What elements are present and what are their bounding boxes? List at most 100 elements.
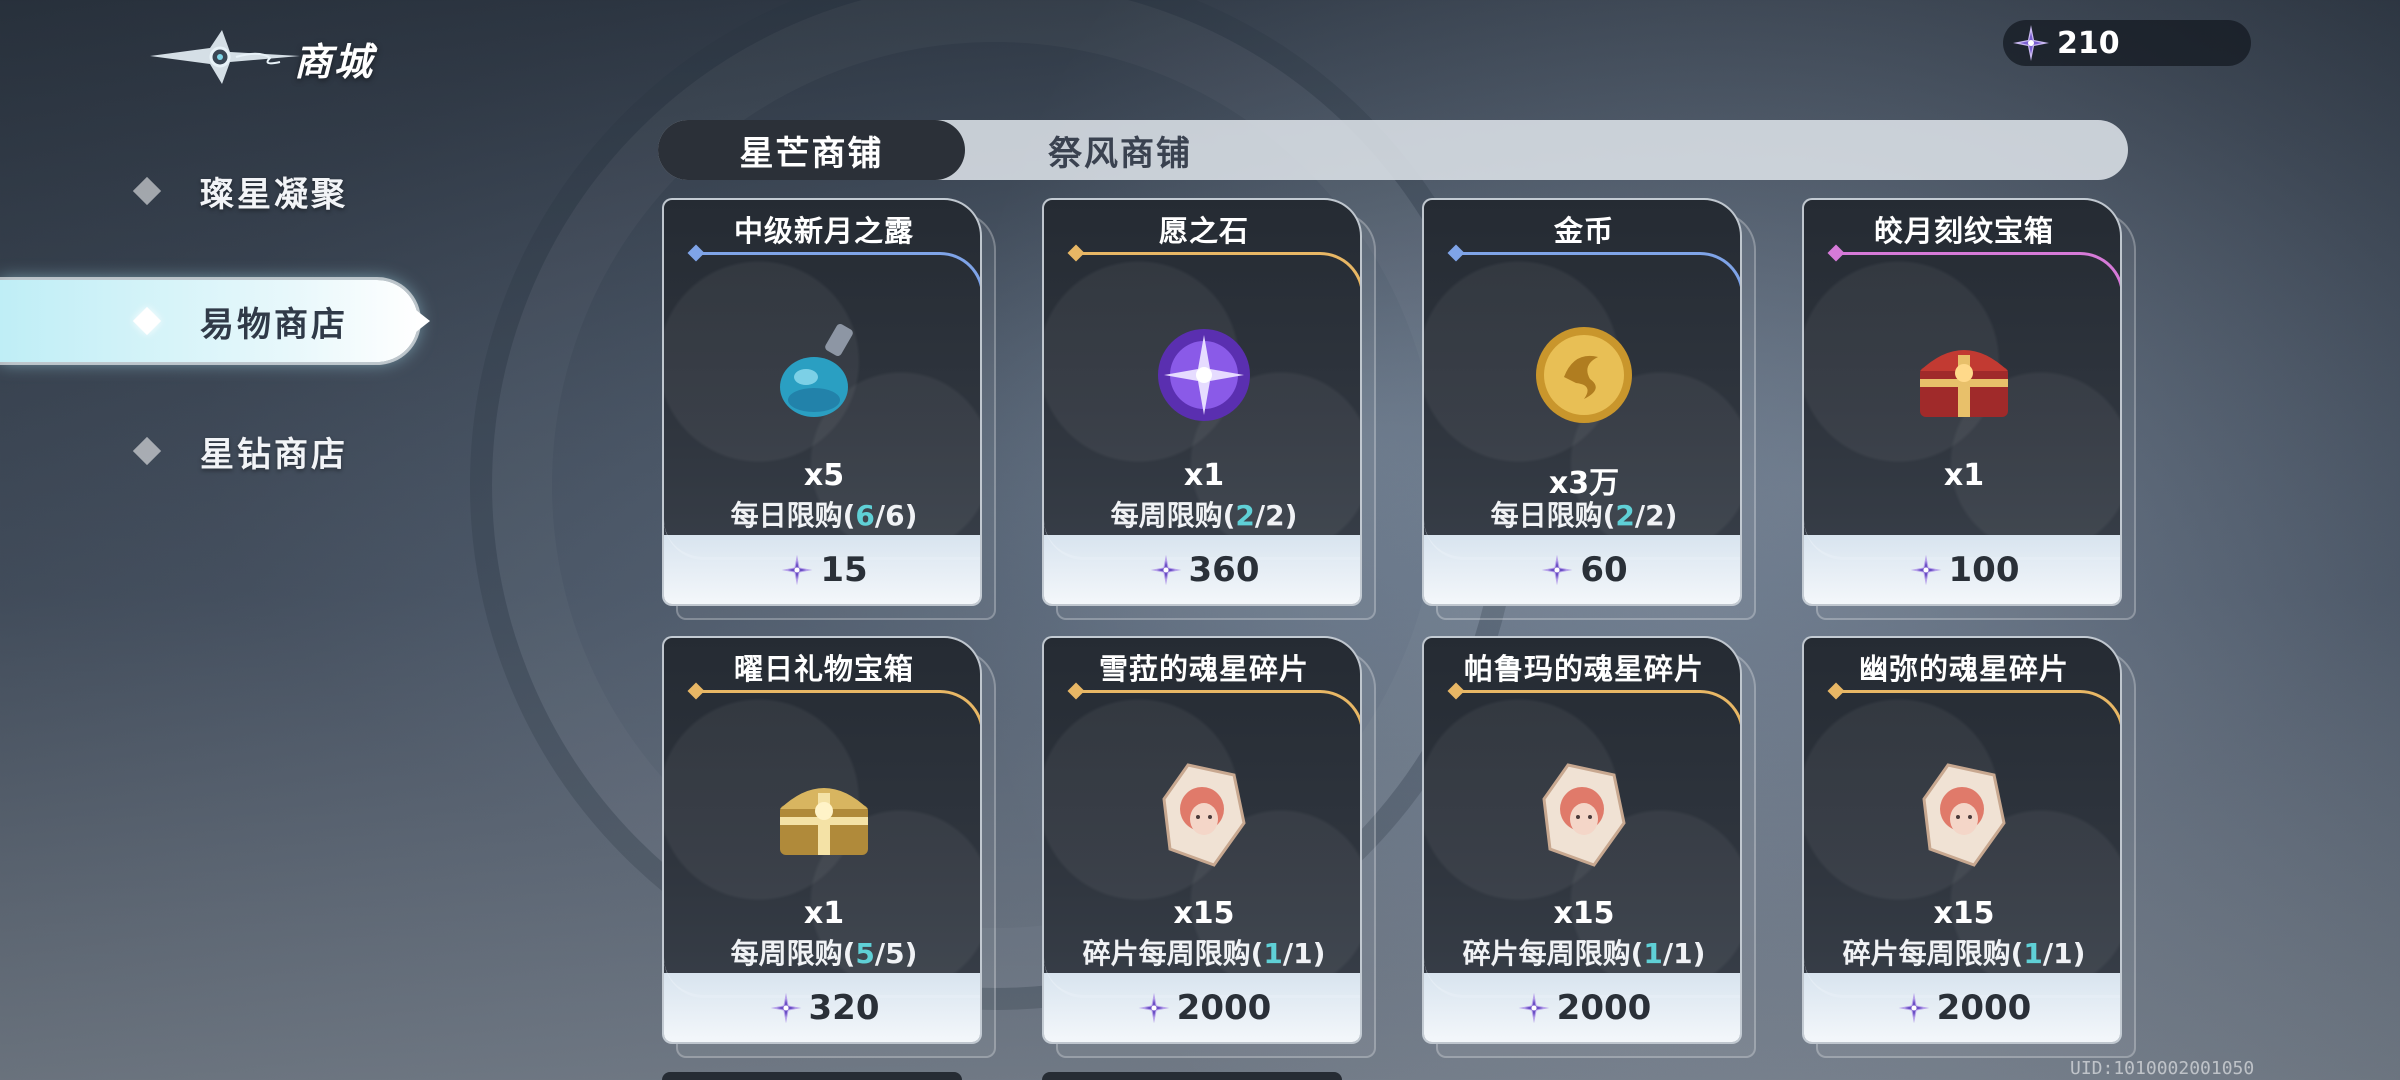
limit-prefix: 每周限购( <box>1110 499 1236 532</box>
purchase-limit: 每周限购(2/2) <box>1044 494 1360 534</box>
soul-star-shard-icon <box>1904 753 2024 873</box>
item-name: 幽弥的魂星碎片 <box>1858 652 2069 686</box>
gold-coin-icon <box>1524 315 1644 435</box>
accent-line <box>692 252 980 312</box>
limit-current: 1 <box>1263 937 1283 970</box>
limit-current: 1 <box>1643 937 1663 970</box>
star-crystal-icon <box>1540 553 1574 587</box>
sidebar-item-label: 易物商店 <box>200 304 348 345</box>
card-body: 金币 x3万 每日限购(2/2) 60 <box>1422 198 1742 606</box>
card-body: 愿之石 x1 每周限购(2/2) 360 <box>1042 198 1362 606</box>
tab-starlight-shop[interactable]: 星芒商铺 <box>658 120 965 180</box>
price-value: 320 <box>808 988 880 1028</box>
shop-item-card[interactable]: 皎月刻纹宝箱 x1 100 <box>1802 198 2136 620</box>
sidebar-item-label: 璨星凝聚 <box>200 174 348 215</box>
item-name: 金币 <box>1553 214 1614 248</box>
shop-item-card[interactable]: 雪菈的魂星碎片 x15 碎片每周限购(1/1) 2000 <box>1042 636 1376 1058</box>
item-price: 60 <box>1424 550 1740 590</box>
item-quantity: x15 <box>1553 896 1615 931</box>
price-value: 2000 <box>1556 988 1652 1028</box>
limit-prefix: 每日限购( <box>730 499 856 532</box>
item-name: 愿之石 <box>1158 214 1249 248</box>
accent-line <box>1832 252 2120 312</box>
shop-item-card[interactable]: 幽弥的魂星碎片 x15 碎片每周限购(1/1) 2000 <box>1802 636 2136 1058</box>
star-crystal-icon <box>1909 553 1943 587</box>
star-crystal-icon <box>1149 553 1183 587</box>
shop-item-card[interactable]: 金币 x3万 每日限购(2/2) 60 <box>1422 198 1756 620</box>
currency-display[interactable]: 210 <box>2003 20 2251 66</box>
price-value: 2000 <box>1176 988 1272 1028</box>
star-crystal-icon <box>769 991 803 1025</box>
diamond-bullet-icon <box>132 306 162 336</box>
limit-prefix: 碎片每周限购( <box>1462 937 1644 970</box>
limit-suffix: /1) <box>1662 937 1706 970</box>
page-title: 商城 <box>294 39 375 84</box>
sidebar-item-star-gathering[interactable]: 璨星凝聚 <box>0 150 430 232</box>
sidebar-item-label: 星钻商店 <box>200 434 348 475</box>
item-quantity: x1 <box>1183 458 1225 493</box>
price-value: 360 <box>1188 550 1260 590</box>
limit-current: 1 <box>2023 937 2043 970</box>
limit-current: 2 <box>1235 499 1255 532</box>
shop-item-card[interactable]: 帕鲁玛的魂星碎片 x15 碎片每周限购(1/1) 2000 <box>1422 636 1756 1058</box>
price-value: 60 <box>1580 550 1628 590</box>
limit-prefix: 碎片每周限购( <box>1082 937 1264 970</box>
currency-value: 210 <box>2057 25 2120 61</box>
card-body: 曜日礼物宝箱 x1 每周限购(5/5) 320 <box>662 636 982 1044</box>
sidebar-item-diamond-shop[interactable]: 星钻商店 <box>0 410 430 492</box>
shop-item-card[interactable]: 愿之石 x1 每周限购(2/2) 360 <box>1042 198 1376 620</box>
shop-header: 商城 <box>140 22 374 94</box>
price-value: 15 <box>820 550 868 590</box>
item-price: 2000 <box>1804 988 2120 1028</box>
item-quantity: x1 <box>803 896 845 931</box>
limit-suffix: /1) <box>1282 937 1326 970</box>
price-value: 2000 <box>1936 988 2032 1028</box>
shop-sidebar: 璨星凝聚 易物商店 星钻商店 <box>0 150 430 540</box>
limit-current: 2 <box>1615 499 1635 532</box>
accent-line <box>1832 690 2120 750</box>
soul-star-shard-icon <box>1524 753 1644 873</box>
card-body: 雪菈的魂星碎片 x15 碎片每周限购(1/1) 2000 <box>1042 636 1362 1044</box>
purchase-limit: 碎片每周限购(1/1) <box>1424 932 1740 972</box>
red-chest-icon <box>1904 315 2024 435</box>
accent-line <box>692 690 980 750</box>
accent-line <box>1452 690 1740 750</box>
limit-current: 5 <box>855 937 875 970</box>
card-body: 皎月刻纹宝箱 x1 100 <box>1802 198 2122 606</box>
accent-line <box>1072 690 1360 750</box>
item-quantity: x5 <box>803 458 845 493</box>
card-body: 帕鲁玛的魂星碎片 x15 碎片每周限购(1/1) 2000 <box>1422 636 1742 1044</box>
star-crystal-icon <box>780 553 814 587</box>
shop-item-card[interactable]: 中级新月之露 x5 每日限购(6/6) 15 <box>662 198 996 620</box>
card-body: 幽弥的魂星碎片 x15 碎片每周限购(1/1) 2000 <box>1802 636 2122 1044</box>
limit-suffix: /2) <box>1254 499 1298 532</box>
gold-chest-icon <box>764 753 884 873</box>
compass-logo-icon <box>150 30 300 84</box>
wish-stone-icon <box>1144 315 1264 435</box>
item-name: 曜日礼物宝箱 <box>733 652 914 686</box>
card-body: 中级新月之露 x5 每日限购(6/6) 15 <box>662 198 982 606</box>
item-quantity: x1 <box>1943 458 1985 493</box>
item-quantity: x15 <box>1933 896 1995 931</box>
limit-prefix: 每周限购( <box>730 937 856 970</box>
limit-suffix: /6) <box>874 499 918 532</box>
item-price: 320 <box>664 988 980 1028</box>
shop-item-card[interactable]: 曜日礼物宝箱 x1 每周限购(5/5) 320 <box>662 636 996 1058</box>
item-price: 15 <box>664 550 980 590</box>
item-price: 360 <box>1044 550 1360 590</box>
uid-label: UID:1010002001050 <box>2070 1058 2255 1079</box>
potion-bottle-icon <box>764 315 884 435</box>
purchase-limit: 每日限购(6/6) <box>664 494 980 534</box>
purchase-limit: 碎片每周限购(1/1) <box>1804 932 2120 972</box>
limit-current: 6 <box>855 499 875 532</box>
price-value: 100 <box>1948 550 2020 590</box>
next-row-card-edge <box>662 1072 962 1080</box>
tab-wind-shop[interactable]: 祭风商铺 <box>965 120 1275 180</box>
accent-line <box>1072 252 1360 312</box>
item-price: 100 <box>1804 550 2120 590</box>
limit-suffix: /1) <box>2042 937 2086 970</box>
sidebar-item-exchange-shop[interactable]: 易物商店 <box>0 280 430 362</box>
diamond-bullet-icon <box>132 176 162 206</box>
item-name: 中级新月之露 <box>733 214 914 248</box>
limit-suffix: /5) <box>874 937 918 970</box>
